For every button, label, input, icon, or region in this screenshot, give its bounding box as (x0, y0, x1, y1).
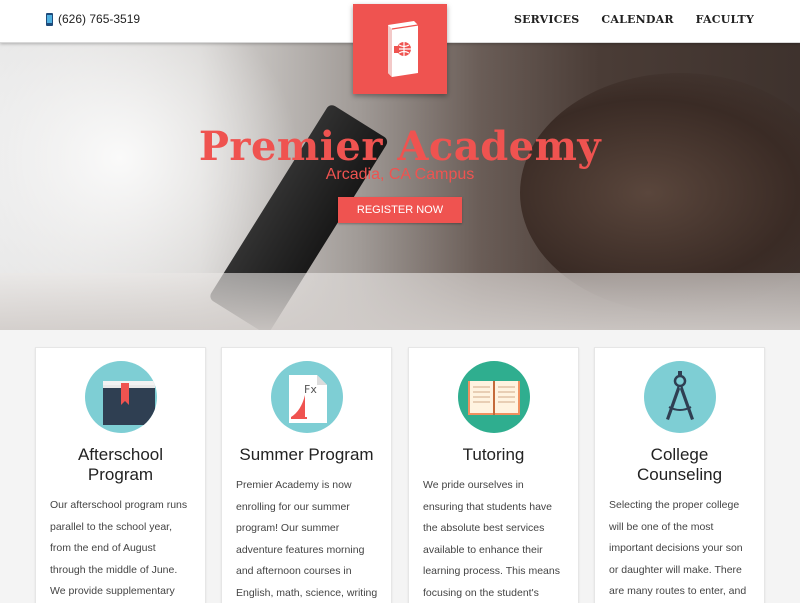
phone-number[interactable]: (626) 765-3519 (58, 12, 140, 26)
service-card-tutoring: Tutoring We pride ourselves in ensuring … (408, 347, 579, 603)
card-description: We pride ourselves in ensuring that stud… (423, 479, 560, 599)
hero-desk-surface (0, 273, 800, 330)
book-globe-icon (388, 21, 419, 77)
card-description: Premier Academy is now enrolling for our… (236, 479, 378, 599)
phone-icon (46, 12, 53, 26)
card-title: College Counseling (595, 445, 764, 485)
card-title: Summer Program (222, 445, 391, 465)
hero-title: Premier Academy (198, 123, 602, 170)
nav-faculty[interactable]: FACULTY (696, 13, 754, 26)
card-title: Tutoring (409, 445, 578, 465)
book-icon (85, 361, 157, 433)
hero-subtitle: Arcadia, CA Campus (325, 166, 475, 183)
site-logo[interactable] (353, 4, 447, 94)
svg-text:Fx: Fx (304, 383, 317, 396)
main-nav: SERVICES CALENDAR FACULTY (514, 13, 754, 26)
register-now-button[interactable]: REGISTER NOW (338, 197, 462, 223)
card-title-line1: Summer Program (239, 445, 374, 464)
service-card-summer: Fx Summer Program Premier Academy is now… (221, 347, 392, 603)
open-book-icon (458, 361, 530, 433)
card-description: Our afterschool program runs parallel to… (50, 499, 188, 597)
card-title-line2: Counseling (636, 465, 723, 484)
service-card-college-counseling: College Counseling Selecting the proper … (594, 347, 765, 603)
card-title-line1: Tutoring (462, 445, 525, 464)
service-card-afterschool: Afterschool Program Our afterschool prog… (35, 347, 206, 603)
document-fx-icon: Fx (271, 361, 343, 433)
card-title-line2: Program (87, 465, 154, 484)
card-title: Afterschool Program (36, 445, 205, 485)
card-title-line1: College (650, 445, 709, 464)
nav-calendar[interactable]: CALENDAR (601, 13, 673, 26)
compass-icon (644, 361, 716, 433)
card-description: Selecting the proper college will be one… (609, 499, 747, 597)
nav-services[interactable]: SERVICES (514, 13, 579, 26)
phone-contact[interactable]: (626) 765-3519 (46, 12, 140, 26)
card-title-line1: Afterschool (77, 445, 164, 464)
